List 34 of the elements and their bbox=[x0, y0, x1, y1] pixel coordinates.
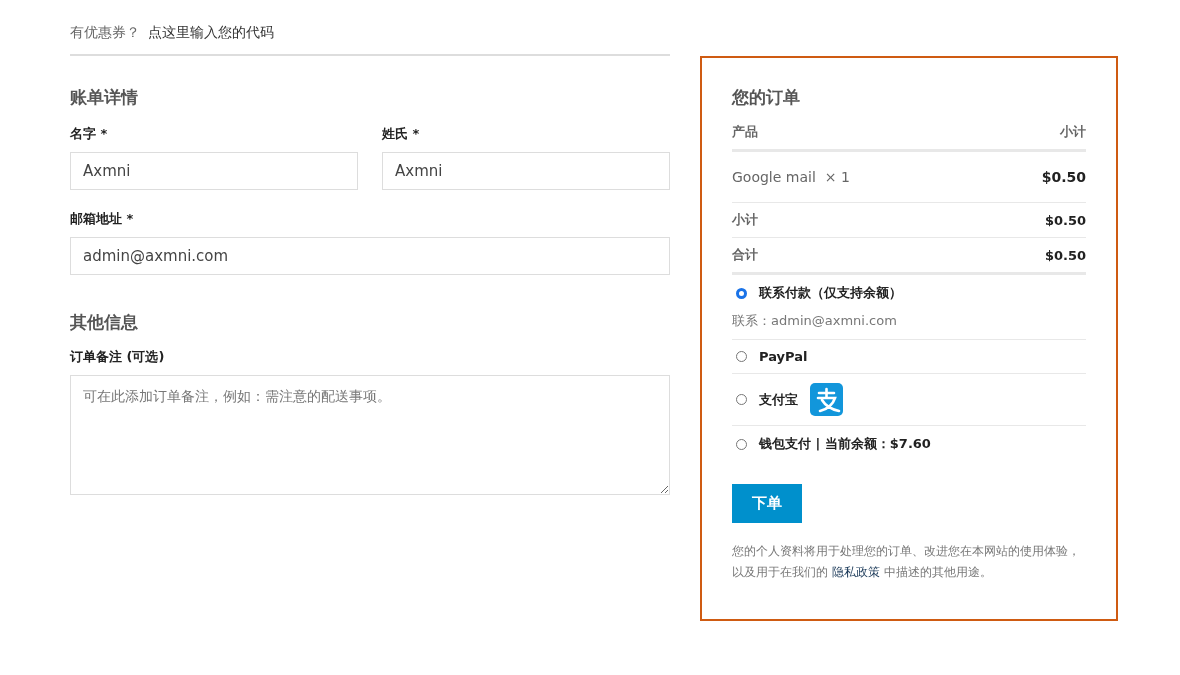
radio-button[interactable] bbox=[736, 438, 747, 450]
product-total: $0.50 bbox=[1041, 169, 1086, 185]
coupon-link[interactable]: 点这里输入您的代码 bbox=[148, 24, 274, 42]
field-label: 姓氏 * bbox=[382, 125, 421, 143]
total-value: $0.50 bbox=[1044, 247, 1086, 263]
field-label: 名字 * bbox=[70, 125, 109, 143]
alipay-logo-icon bbox=[810, 383, 843, 416]
column-header: 小计 bbox=[1060, 123, 1086, 141]
radio-button[interactable] bbox=[736, 394, 747, 405]
place-order-button[interactable]: 下单 bbox=[732, 484, 802, 523]
input-field[interactable]: Axmni bbox=[382, 152, 670, 190]
privacy-policy-link[interactable]: 隐私政策 bbox=[831, 565, 880, 579]
radio-button[interactable] bbox=[736, 287, 747, 299]
input-field[interactable]: Axmni bbox=[70, 152, 358, 190]
total-value: $0.50 bbox=[1044, 212, 1086, 228]
total-label: 小计 bbox=[732, 211, 758, 229]
field-label: 邮箱地址 * bbox=[70, 210, 135, 228]
payment-label: 钱包支付 | 当前余额：$7.60 bbox=[759, 435, 931, 453]
product-name: Google mail × 1 bbox=[732, 169, 850, 185]
payment-label: 联系付款（仅支持余额） bbox=[759, 284, 902, 302]
notes-field[interactable]: 可在此添加订单备注，例如：需注意的配送事项。 bbox=[70, 375, 670, 495]
coupon-prompt: 有优惠券？ bbox=[70, 24, 140, 42]
payment-description: 联系：admin@axmni.com bbox=[732, 312, 898, 330]
payment-label: PayPal bbox=[759, 349, 808, 364]
radio-button[interactable] bbox=[736, 351, 747, 362]
column-header: 产品 bbox=[732, 123, 758, 141]
section-title: 其他信息 bbox=[70, 311, 139, 334]
payment-label: 支付宝 bbox=[759, 390, 798, 409]
field-label: 订单备注 (可选) bbox=[70, 348, 166, 366]
total-label: 合计 bbox=[732, 246, 758, 264]
section-title: 账单详情 bbox=[70, 86, 139, 109]
privacy-notice: 您的个人资料将用于处理您的订单、改进您在本网站的使用体验，以及用于在我们的 隐私政策 中描述的其他用途。 bbox=[732, 543, 1081, 581]
input-field[interactable]: admin@axmni.com bbox=[70, 237, 670, 275]
order-title: 您的订单 bbox=[732, 86, 801, 109]
